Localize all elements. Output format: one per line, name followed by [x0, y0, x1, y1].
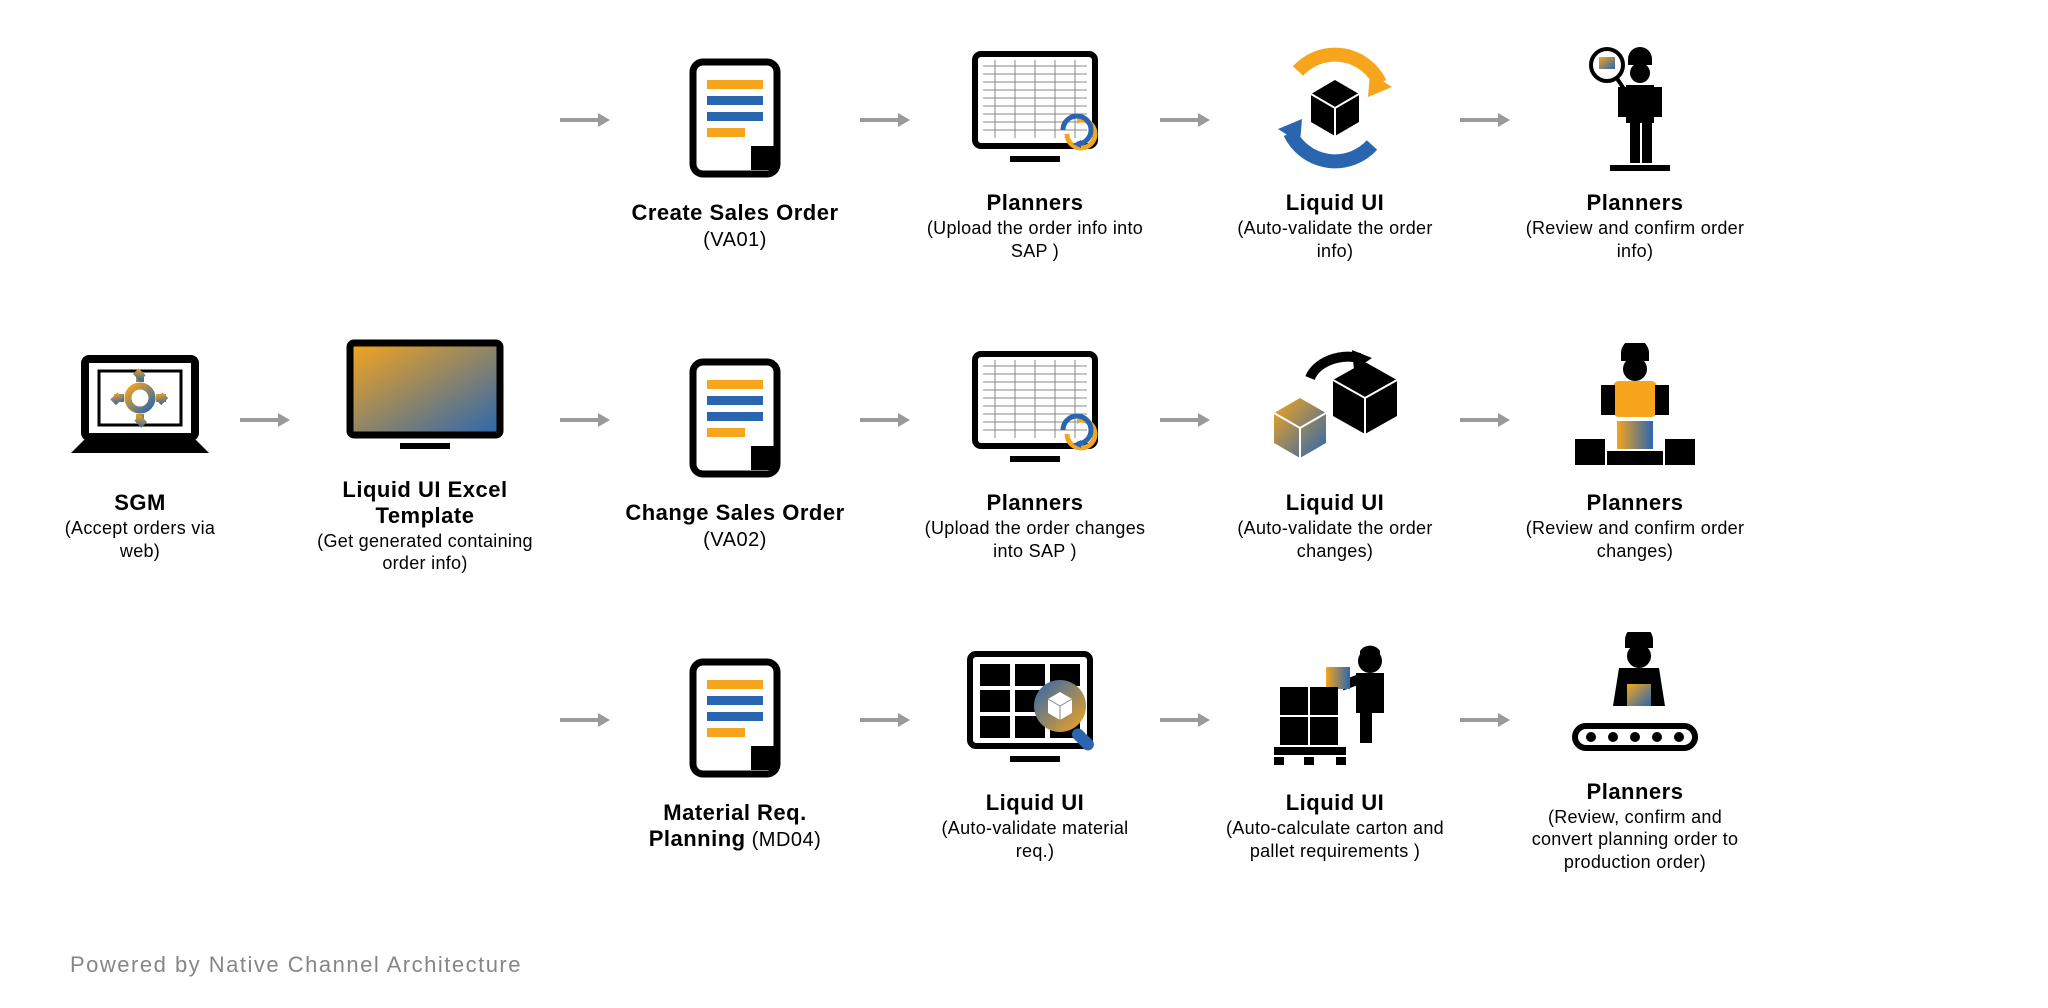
node-planners-upload-1: Planners (Upload the order info into SAP… [920, 38, 1150, 262]
node-create-sales: Create Sales Order (VA01) [620, 48, 850, 252]
node-subtitle: (Auto-validate the order info) [1220, 217, 1450, 262]
node-sgm: SGM (Accept orders via web) [50, 338, 230, 562]
worker-conveyor-icon [1565, 627, 1705, 767]
flow-row-2: SGM (Accept orders via web) Liquid UI Ex… [50, 330, 2000, 570]
node-title: Liquid UI Excel Template [300, 477, 550, 528]
worker-inspect-icon [1580, 38, 1690, 178]
arrow-icon [850, 710, 920, 790]
node-title: Planners [1587, 779, 1684, 804]
node-subtitle: (Upload the order changes into SAP ) [920, 517, 1150, 562]
node-liquidui-mrp: Liquid UI (Auto-validate material req.) [920, 638, 1150, 862]
process-diagram: Create Sales Order (VA01) [50, 30, 2000, 930]
monitor-spreadsheet-icon [965, 38, 1105, 178]
document-icon [685, 648, 785, 788]
arrow-icon [1450, 110, 1520, 190]
arrow-icon [1150, 110, 1220, 190]
node-title: Planners [1587, 490, 1684, 515]
node-title: Planners [1587, 190, 1684, 215]
node-planners-upload-2: Planners (Upload the order changes into … [920, 338, 1150, 562]
monitor-search-cube-icon [960, 638, 1110, 778]
arrow-icon [550, 410, 620, 490]
document-icon [685, 48, 785, 188]
node-change-sales: Change Sales Order (VA02) [620, 348, 850, 552]
node-title: Planners [987, 190, 1084, 215]
node-subtitle: (Review, confirm and convert planning or… [1520, 806, 1750, 874]
monitor-gradient-icon [340, 325, 510, 465]
node-subtitle: (Auto-validate the order changes) [1220, 517, 1450, 562]
node-title: Change Sales Order (VA02) [620, 500, 850, 552]
refresh-cube-icon [1270, 38, 1400, 178]
node-title: Liquid UI [1286, 190, 1385, 215]
arrow-icon [1450, 710, 1520, 790]
arrow-icon [850, 110, 920, 190]
arrow-icon [550, 710, 620, 790]
document-icon [685, 348, 785, 488]
boxes-swap-icon [1260, 338, 1410, 478]
arrow-icon [850, 410, 920, 490]
node-title: Create Sales Order (VA01) [620, 200, 850, 252]
node-title: Liquid UI [1286, 490, 1385, 515]
node-subtitle: (Auto-calculate carton and pallet requir… [1220, 817, 1450, 862]
flow-row-1: Create Sales Order (VA01) [50, 30, 2000, 270]
node-planners-review-2: Planners (Review and confirm order chang… [1520, 338, 1750, 562]
node-planners-review-1: Planners (Review and confirm order info) [1520, 38, 1750, 262]
arrow-icon [550, 110, 620, 190]
flow-row-3: Material Req. Planning (MD04) Liquid UI … [50, 630, 2000, 870]
node-title: Liquid UI [1286, 790, 1385, 815]
node-liquidui-validate-1: Liquid UI (Auto-validate the order info) [1220, 38, 1450, 262]
node-excel-template: Liquid UI Excel Template (Get generated … [300, 325, 550, 575]
laptop-gear-icon [65, 338, 215, 478]
arrow-icon [230, 410, 300, 490]
node-liquidui-carton: Liquid UI (Auto-calculate carton and pal… [1220, 638, 1450, 862]
node-title: Planners [987, 490, 1084, 515]
node-subtitle: (Upload the order info into SAP ) [920, 217, 1150, 262]
node-liquidui-validate-2: Liquid UI (Auto-validate the order chang… [1220, 338, 1450, 562]
node-title: Material Req. Planning (MD04) [620, 800, 850, 851]
arrow-icon [1450, 410, 1520, 490]
monitor-spreadsheet-icon [965, 338, 1105, 478]
worker-packing-icon [1565, 338, 1705, 478]
node-planners-prod: Planners (Review, confirm and convert pl… [1520, 627, 1750, 874]
node-subtitle: (Accept orders via web) [50, 517, 230, 562]
worker-pallet-icon [1260, 638, 1410, 778]
node-subtitle: (Auto-validate material req.) [920, 817, 1150, 862]
arrow-icon [1150, 410, 1220, 490]
node-subtitle: (Review and confirm order changes) [1520, 517, 1750, 562]
node-subtitle: (Review and confirm order info) [1520, 217, 1750, 262]
node-title: SGM [114, 490, 166, 515]
node-mrp: Material Req. Planning (MD04) [620, 648, 850, 851]
node-subtitle: (Get generated containing order info) [310, 530, 540, 575]
arrow-icon [1150, 710, 1220, 790]
footer-credit: Powered by Native Channel Architecture [70, 952, 522, 978]
node-title: Liquid UI [986, 790, 1085, 815]
